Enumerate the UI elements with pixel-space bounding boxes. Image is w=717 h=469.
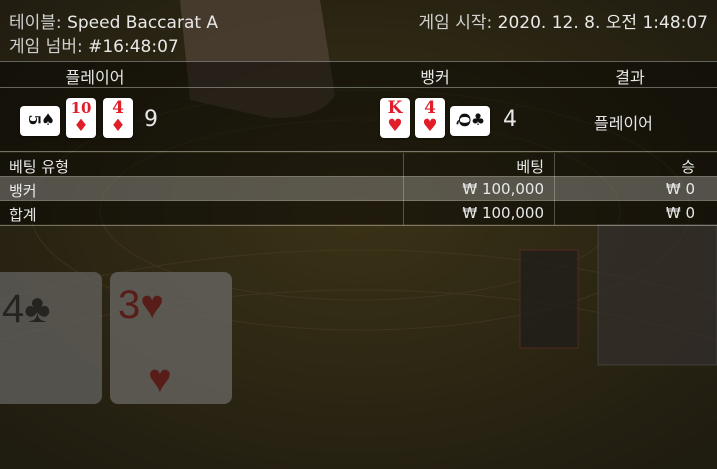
playing-card: K ♥ bbox=[380, 98, 410, 138]
column-divider bbox=[554, 153, 555, 225]
bet-amount-header: 베팅 bbox=[516, 158, 544, 176]
card-rank: 4 bbox=[424, 98, 436, 118]
result-header: 결과 bbox=[615, 68, 645, 87]
start-time: 2020. 12. 8. 오전 1:48:07 bbox=[497, 13, 708, 33]
bet-amount: ₩ 100,000 bbox=[462, 180, 544, 198]
card-rank: 4 bbox=[112, 98, 124, 118]
bet-type: 뱅커 bbox=[9, 182, 37, 200]
divider bbox=[0, 61, 717, 62]
club-icon: ♣ bbox=[470, 110, 486, 129]
win-amount: ₩ 0 bbox=[665, 180, 695, 198]
playing-card: 10 ♦ bbox=[66, 98, 96, 138]
table-row: 뱅커 ₩ 100,000 ₩ 0 bbox=[0, 177, 717, 200]
heart-icon: ♥ bbox=[422, 116, 438, 136]
divider bbox=[0, 176, 717, 177]
win-amount-header: 승 bbox=[681, 158, 695, 176]
win-amount: ₩ 0 bbox=[665, 204, 695, 222]
table-label: 테이블: bbox=[9, 13, 62, 33]
round-info: 게임 넘버: #16:48:07 bbox=[9, 32, 179, 57]
bet-amount: ₩ 100,000 bbox=[462, 204, 544, 222]
playing-card: Q ♣ bbox=[450, 106, 490, 136]
playing-card: 4 ♥ bbox=[415, 98, 445, 138]
playing-card: 4 ♦ bbox=[103, 98, 133, 138]
table-info: 테이블: Speed Baccarat A bbox=[9, 8, 218, 33]
card-rank: 10 bbox=[70, 99, 92, 117]
divider bbox=[0, 225, 717, 226]
diamond-icon: ♦ bbox=[73, 116, 89, 136]
round-label: 게임 넘버: bbox=[9, 37, 83, 57]
bet-type: 합계 bbox=[9, 206, 37, 224]
spade-icon: ♠ bbox=[40, 110, 56, 129]
divider bbox=[0, 151, 717, 152]
round-id: #16:48:07 bbox=[88, 37, 179, 57]
player-header: 플레이어 bbox=[65, 68, 125, 87]
player-score: 9 bbox=[144, 107, 158, 132]
column-divider bbox=[403, 153, 404, 225]
table-row: 합계 ₩ 100,000 ₩ 0 bbox=[0, 201, 717, 224]
banker-header: 뱅커 bbox=[420, 68, 450, 87]
bet-type-header: 베팅 유형 bbox=[9, 158, 69, 176]
card-rank: K bbox=[387, 98, 403, 118]
start-info: 게임 시작: 2020. 12. 8. 오전 1:48:07 bbox=[419, 8, 708, 33]
banker-score: 4 bbox=[503, 107, 517, 132]
heart-icon: ♥ bbox=[387, 116, 403, 136]
playing-card: 5 ♠ bbox=[20, 106, 60, 136]
round-result: 플레이어 bbox=[594, 114, 653, 133]
start-label: 게임 시작: bbox=[418, 13, 493, 33]
table-name: Speed Baccarat A bbox=[67, 13, 219, 33]
divider bbox=[0, 200, 717, 201]
diamond-icon: ♦ bbox=[110, 116, 126, 136]
bets-header-row: 베팅 유형 베팅 승 bbox=[0, 153, 717, 176]
